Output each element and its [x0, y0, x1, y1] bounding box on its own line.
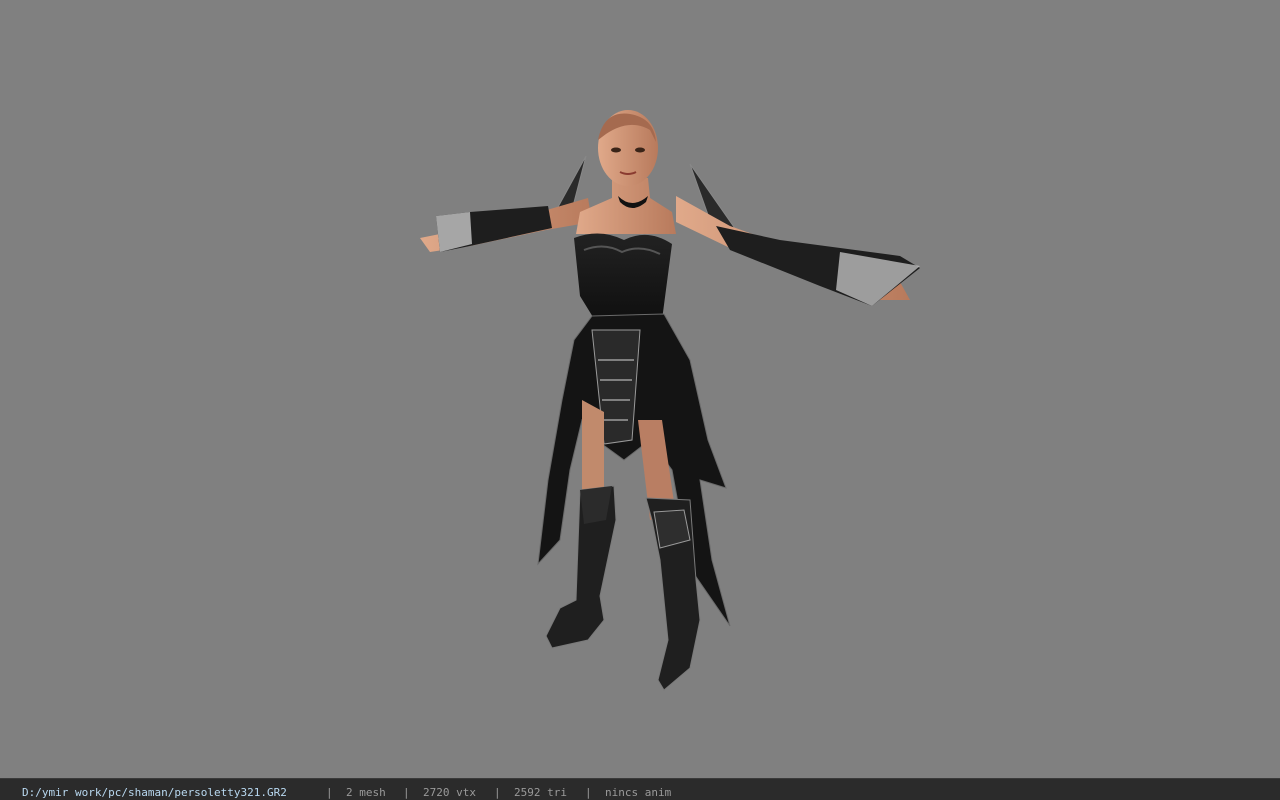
- separator: |: [585, 786, 592, 799]
- vertex-count: 2720 vtx: [423, 786, 476, 799]
- bodice: [574, 233, 672, 322]
- mesh-count: 2 mesh: [346, 786, 386, 799]
- triangle-count: 2592 tri: [514, 786, 567, 799]
- status-bar: D:/ymir work/pc/shaman/persoletty321.GR2…: [0, 778, 1280, 800]
- separator: |: [494, 786, 501, 799]
- left-thigh: [582, 400, 604, 500]
- separator: |: [403, 786, 410, 799]
- file-path: D:/ymir work/pc/shaman/persoletty321.GR2: [22, 786, 287, 799]
- animation-status: nincs anim: [605, 786, 672, 799]
- character-model: [420, 110, 920, 691]
- 3d-viewport[interactable]: [0, 0, 1280, 778]
- separator: |: [326, 786, 333, 799]
